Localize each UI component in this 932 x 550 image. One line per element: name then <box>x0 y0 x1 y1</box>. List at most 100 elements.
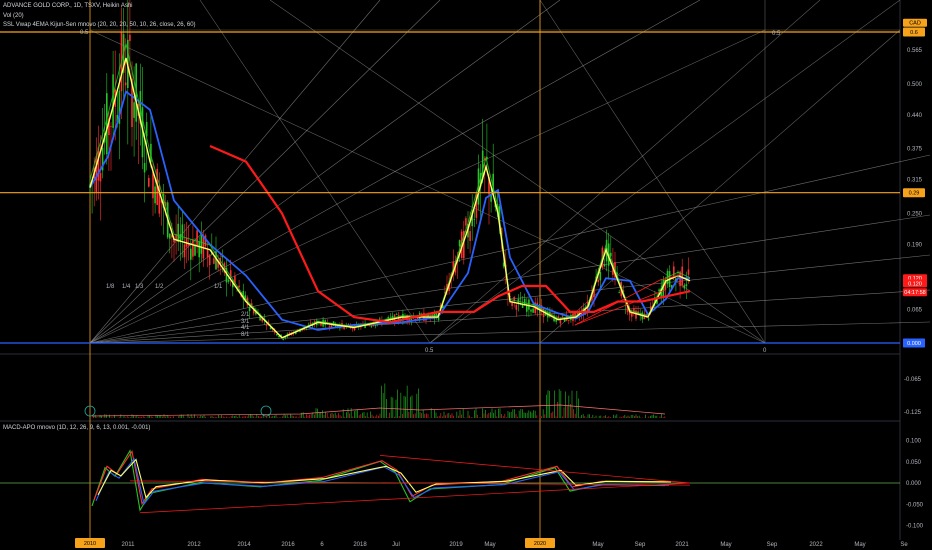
time-axis-tick: Sep <box>635 542 646 548</box>
time-axis-tick: Sep <box>767 542 778 548</box>
price-axis-tick: 0.375 <box>907 147 923 153</box>
volume-axis-tick: -0.065 <box>904 377 922 383</box>
gann-fan-label: 2/1 <box>241 312 250 318</box>
price-axis-tick: 0.500 <box>907 82 923 88</box>
candle-body <box>99 172 102 182</box>
price-axis-tick: 0.190 <box>907 243 923 249</box>
candle-body <box>387 317 389 319</box>
candle-body <box>227 279 230 282</box>
macd-axis-tick: -0.050 <box>906 502 924 508</box>
time-axis-tick: 2016 <box>281 542 295 548</box>
time-badge-text: 2010 <box>84 541 96 547</box>
candle-body <box>458 240 461 247</box>
time-axis-tick: Jul <box>392 542 400 548</box>
macd-axis-tick: -0.100 <box>906 524 924 530</box>
chart-canvas[interactable]: 0.6 0.29 0.000 0.565 0.500 0.440 0.375 0.315 0.… <box>0 0 932 550</box>
candle-body <box>511 302 513 306</box>
candle-body <box>181 224 184 241</box>
candle-body <box>129 34 131 41</box>
candle-body <box>154 186 156 204</box>
candle-body <box>309 322 312 324</box>
candle-body <box>597 279 599 283</box>
gann-fan-label: 8/1 <box>241 332 250 338</box>
gann-fan-label: 1/2 <box>155 284 164 290</box>
candle-body <box>124 82 127 86</box>
macd-axis-tick: 0.100 <box>906 439 922 445</box>
fib-label: 0.5 <box>425 348 434 354</box>
time-axis-tick: 2014 <box>237 542 251 548</box>
candle-body <box>198 241 200 258</box>
gann-fan-label: 1/3 <box>135 284 144 290</box>
candle-body <box>618 291 620 293</box>
candle-body <box>683 285 686 289</box>
price-axis-tick: 0.440 <box>907 113 923 119</box>
candle-body <box>568 319 570 321</box>
price-axis-tick: 0.065 <box>907 307 923 313</box>
candle-body <box>248 307 251 312</box>
indicator-volume-label[interactable]: Vol (20) <box>3 13 24 19</box>
candle-body <box>687 269 690 275</box>
price-axis-tick: 0.250 <box>907 211 923 217</box>
candle-body <box>192 239 194 257</box>
gann-fan-label: 1/1 <box>214 284 223 290</box>
candle-body <box>284 337 287 339</box>
candle-body <box>148 178 150 187</box>
candle-body <box>183 244 186 258</box>
candle-body <box>431 314 434 316</box>
macd-axis-tick: 0.050 <box>906 460 922 466</box>
price-badge-text: CAD <box>909 21 921 27</box>
time-axis-tick: May <box>484 542 495 548</box>
candle-body <box>374 325 377 326</box>
price-axis-tick: 0.315 <box>907 178 923 184</box>
time-axis-tick: 2018 <box>353 542 367 548</box>
time-axis-tick: May <box>854 542 865 548</box>
candle-body <box>528 299 530 310</box>
time-badge-text: 2020 <box>534 541 546 547</box>
time-axis-tick: 2011 <box>122 542 136 548</box>
candle-body <box>177 223 179 243</box>
macd-title[interactable]: MACD-APO mnovo (1D, 12, 26, 9, 6, 13, 0.… <box>3 425 150 431</box>
candle-body <box>379 318 381 320</box>
candle-body <box>599 271 602 281</box>
price-badge-text: 04:17:58 <box>904 290 925 296</box>
gann-fan-label: 1/8 <box>106 284 115 290</box>
price-badge-text: 0.120 <box>908 281 922 287</box>
time-axis-tick: 2022 <box>809 542 823 548</box>
candle-body <box>169 233 171 239</box>
time-axis-tick: 2021 <box>675 542 689 548</box>
time-axis-tick: May <box>720 542 731 548</box>
candle-body <box>143 163 146 173</box>
candle-body <box>320 323 322 326</box>
gann-fan-label: 1/4 <box>122 284 131 290</box>
level-badge-text: 0.6 <box>910 30 918 36</box>
candle-body <box>347 323 350 325</box>
gann-fan-label: 4/1 <box>241 325 250 331</box>
candle-body <box>532 308 534 313</box>
candle-body <box>603 264 606 267</box>
candle-body <box>465 218 467 226</box>
candle-body <box>238 285 240 288</box>
candle-body <box>282 339 284 340</box>
indicator-ssl-label[interactable]: SSL Vwap 4EMA Kijun-Sen mnovo (20, 20, 2… <box>3 22 196 28</box>
time-axis-tick: 2012 <box>187 542 201 548</box>
candle-body <box>469 231 471 241</box>
candle-body <box>106 93 108 155</box>
candle-body <box>673 266 675 278</box>
candle-body <box>265 324 268 326</box>
candle-body <box>206 249 209 258</box>
candle-body <box>647 318 650 320</box>
candle-body <box>515 305 518 310</box>
candle-body <box>196 230 198 246</box>
candle-body <box>559 320 562 324</box>
candle-body <box>473 219 476 221</box>
candle-body <box>395 314 398 315</box>
candle-body <box>435 313 438 316</box>
candle-body <box>370 325 373 327</box>
candle-body <box>110 125 112 127</box>
fib-label: 0.5 <box>80 30 89 36</box>
candle-body <box>519 298 522 300</box>
candle-body <box>200 233 203 254</box>
candle-body <box>328 326 331 328</box>
candle-body <box>190 248 192 260</box>
volume-axis-tick: -0.125 <box>904 410 922 416</box>
